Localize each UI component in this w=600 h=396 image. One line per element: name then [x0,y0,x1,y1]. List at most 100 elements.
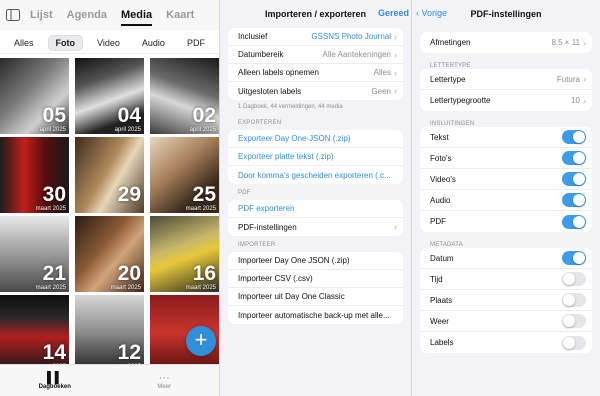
photo-day: 14 [42,341,66,364]
pdf-settings-title: PDF-instellingen [470,9,542,19]
pdf-export-row[interactable]: PDF exporteren [228,200,403,218]
toggle-switch[interactable] [562,172,586,186]
photo-day: 04 [117,104,141,127]
font-size-row[interactable]: Lettertypegrootte 10 › [420,90,592,111]
import-export-pane: Importeren / exporteren Gereed Inclusief… [219,0,411,396]
filter-alles[interactable]: Alles [6,35,42,51]
include-row: Video's [420,169,592,190]
import-row[interactable]: Importeer uit Day One Classic [228,288,403,306]
photo-thumbnail[interactable]: 21 maart 2025 [0,216,69,292]
photo-thumbnail[interactable]: 14maart 2025 [0,295,69,371]
metadata-row: Tijd [420,269,592,290]
photo-day: 30 [42,183,66,206]
tab-kaart[interactable]: Kaart [166,9,194,21]
toggle-switch[interactable] [562,314,586,328]
metadata-row: Weer [420,311,592,332]
sidebar-toggle-icon[interactable] [6,9,20,21]
toggle-switch[interactable] [562,193,586,207]
toggle-switch[interactable] [562,335,586,350]
import-row[interactable]: Importeer CSV (.csv) [228,270,403,288]
size-row[interactable]: Afmetingen 8,5 × 11 › [420,32,592,53]
toggle-switch[interactable] [562,130,586,144]
filter-label: Alleen labels opnemen [238,68,319,77]
page-title: Importeren / exporteren [264,9,367,19]
photo-thumbnail[interactable]: 02 april 2025 [150,58,219,134]
photo-thumbnail[interactable]: 20 maart 2025 [75,216,144,292]
toggle-switch[interactable] [562,151,586,165]
metadata-label: Weer [430,316,449,326]
pdf-section-header: PDF [238,190,251,196]
chevron-right-icon: › [394,86,397,96]
photo-month: maart 2025 [185,206,216,212]
includes-group: Tekst Foto's Video's Audio PDF [420,127,592,232]
font-size-value: 10 [571,96,580,105]
filter-video[interactable]: Video [89,35,128,51]
photo-thumbnail[interactable]: 29 [75,137,144,213]
size-group: Afmetingen 8,5 × 11 › [420,32,592,53]
photo-thumbnail[interactable]: 04 april 2025 [75,58,144,134]
filter-row[interactable]: Datumbereik Alle Aantekeningen › [228,46,403,64]
include-label: PDF [430,217,446,226]
chevron-right-icon: › [583,74,586,84]
back-button[interactable]: ‹ Vorige [416,8,447,18]
tab-dagboeken[interactable]: ▌▌ Dagboeken [0,365,110,396]
chevron-right-icon: › [583,37,586,48]
photo-thumbnail[interactable]: 05 april 2025 [0,58,69,134]
toggle-switch[interactable] [562,214,586,229]
font-row[interactable]: Lettertype Futura › [420,69,592,90]
tab-meer-label: Meer [157,383,172,390]
import-label: Importeer Day One JSON (.zip) [238,256,350,265]
export-section-header: EXPORTEREN [238,120,282,126]
export-row[interactable]: Exporteer Day One-JSON (.zip) [228,130,403,148]
media-pane: Lijst Agenda Media Kaart Alles Foto Vide… [0,0,219,396]
include-label: Tekst [430,132,449,142]
pdf-row-label: PDF exporteren [238,204,295,213]
photo-thumbnail[interactable]: 12maart 2025 [75,295,144,371]
tab-media[interactable]: Media [120,9,153,26]
photo-day: 02 [192,104,216,127]
app-window: Lijst Agenda Media Kaart Alles Foto Vide… [0,0,600,396]
filter-label: Inclusief [238,32,268,41]
export-row[interactable]: Door komma's gescheiden exporteren (.c..… [228,166,403,184]
font-size-label: Lettertypegrootte [430,96,491,105]
import-row[interactable]: Importeer automatische back-up met alle.… [228,306,403,324]
tab-agenda[interactable]: Agenda [67,9,107,21]
include-label: Audio [430,195,451,205]
export-label: Door komma's gescheiden exporteren (.c..… [238,170,391,180]
filter-row[interactable]: Alleen labels opnemen Alles › [228,64,403,82]
metadata-label: Labels [430,338,454,347]
photo-thumbnail[interactable]: 16 maart 2025 [150,216,219,292]
filter-summary: 1 Dagboek, 44 vermeldingen, 44 media [238,104,343,110]
toggle-switch[interactable] [562,251,586,265]
filter-label: Uitgesloten labels [238,86,302,96]
toggle-switch[interactable] [562,272,586,286]
metadata-label: Plaats [430,295,453,305]
bottom-tab-bar: ▌▌ Dagboeken ··· Meer [0,364,219,396]
import-label: Importeer automatische back-up met alle.… [238,310,390,320]
metadata-label: Tijd [430,274,443,284]
media-filter-bar: Alles Foto Video Audio PDF [0,32,219,54]
export-row[interactable]: Exporteer platte tekst (.zip) [228,148,403,166]
add-entry-button[interactable]: + [186,326,216,356]
import-row[interactable]: Importeer Day One JSON (.zip) [228,252,403,270]
filter-label: Datumbereik [238,50,284,59]
toggle-switch[interactable] [562,293,586,307]
import-group: Importeer Day One JSON (.zip) Importeer C… [228,252,403,324]
filter-audio[interactable]: Audio [134,35,173,51]
done-button[interactable]: Gereed [378,8,409,18]
tab-lijst[interactable]: Lijst [30,9,53,21]
metadata-row: Datum [420,248,592,269]
filter-row[interactable]: Uitgesloten labels Geen › [228,82,403,100]
filter-pdf[interactable]: PDF [179,35,213,51]
import-section-header: IMPORTEER [238,242,276,248]
filter-row[interactable]: Inclusief GSSNS Photo Journal › [228,28,403,46]
pdf-settings-row[interactable]: PDF-instellingen › [228,218,403,236]
filter-value: Geen [371,86,391,96]
pdf-settings-header: ‹ Vorige PDF-instellingen [412,0,600,28]
tab-meer[interactable]: ··· Meer [110,365,220,396]
photo-thumbnail[interactable]: 30 maart 2025 [0,137,69,213]
filter-foto[interactable]: Foto [47,34,84,51]
filter-value: Alles [373,68,391,77]
include-row: Foto's [420,148,592,169]
photo-thumbnail[interactable]: 25 maart 2025 [150,137,219,213]
